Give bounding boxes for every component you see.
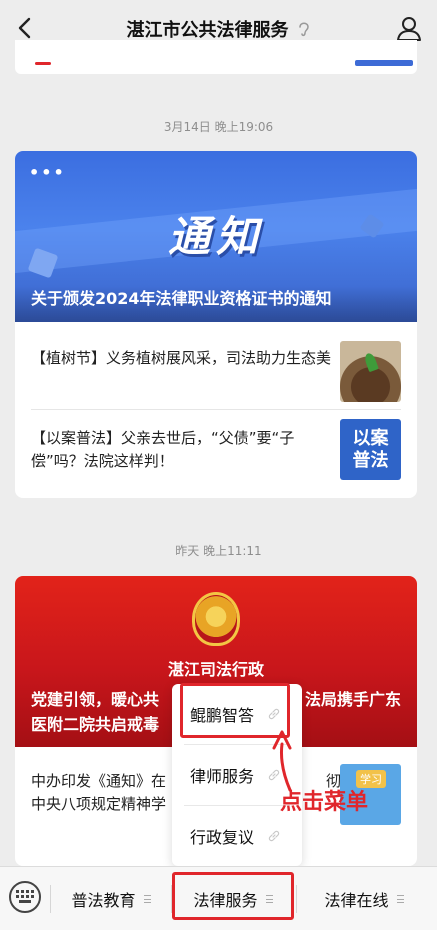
page-title: 湛江市公共法律服务 (126, 20, 289, 41)
submenu-icon (143, 895, 151, 903)
article-item-title: 【植树节】义务植树展风采，司法助力生态美 (31, 349, 332, 367)
cover-title: 通知 (167, 212, 264, 261)
message-timestamp: 昨天 晚上11:11 (175, 544, 262, 558)
menu-item-label: 律师服务 (190, 767, 255, 786)
divider (31, 409, 401, 410)
cover-org-name: 湛江司法行政 (167, 660, 264, 679)
menu-tab-label: 普法教育 (71, 891, 136, 910)
article-item-title: 【以案普法】父亲去世后，“父债”要“子偿”吗？法院这样判！ (31, 429, 295, 470)
article-item[interactable]: 【植树节】义务植树展风采，司法助力生态美 (31, 341, 401, 403)
menu-item-label: 行政复议 (190, 828, 255, 847)
article-cover[interactable]: ••• 通知 关于颁发2024年法律职业资格证书的通知 (15, 151, 417, 322)
submenu-icon (265, 895, 273, 903)
menu-item-label: 鲲鹏智答 (190, 706, 255, 725)
decorative-line (35, 62, 51, 65)
tree-planting-thumbnail (340, 341, 401, 402)
decorative-bar (355, 60, 413, 66)
article-headline: 关于颁发2024年法律职业资格证书的通知 (15, 286, 417, 322)
menu-tab-legal-education[interactable]: 普法教育 (52, 883, 170, 915)
keyboard-icon[interactable] (9, 881, 41, 913)
submenu-icon (396, 895, 404, 903)
menu-tab-legal-online[interactable]: 法律在线 (298, 883, 430, 915)
previous-article-card[interactable] (15, 40, 417, 74)
message-timestamp: 3月14日 晚上19:06 (163, 120, 274, 134)
ear-mode-icon (298, 22, 309, 37)
emblem-icon (192, 592, 240, 646)
article-item[interactable]: 【以案普法】父亲去世后，“父债”要“子偿”吗？法院这样判！ 以案 普法 (31, 419, 401, 481)
back-arrow-icon[interactable] (12, 14, 40, 42)
menu-tab-label: 法律在线 (324, 891, 389, 910)
bottom-menu-bar: 普法教育 法律服务 法律在线 (0, 866, 437, 930)
article-card: ••• 通知 关于颁发2024年法律职业资格证书的通知 【植树节】义务植树展风采… (15, 151, 417, 498)
profile-icon[interactable] (395, 14, 423, 42)
link-icon (268, 830, 280, 842)
menu-tab-label: 法律服务 (193, 891, 258, 910)
link-icon (268, 708, 280, 720)
more-dots-icon: ••• (29, 163, 66, 182)
divider (296, 885, 297, 913)
divider (50, 885, 51, 913)
annotation-text: 点击菜单 (280, 790, 369, 815)
law-case-thumbnail: 以案 普法 (340, 419, 401, 480)
menu-tab-legal-service[interactable]: 法律服务 (172, 883, 294, 915)
